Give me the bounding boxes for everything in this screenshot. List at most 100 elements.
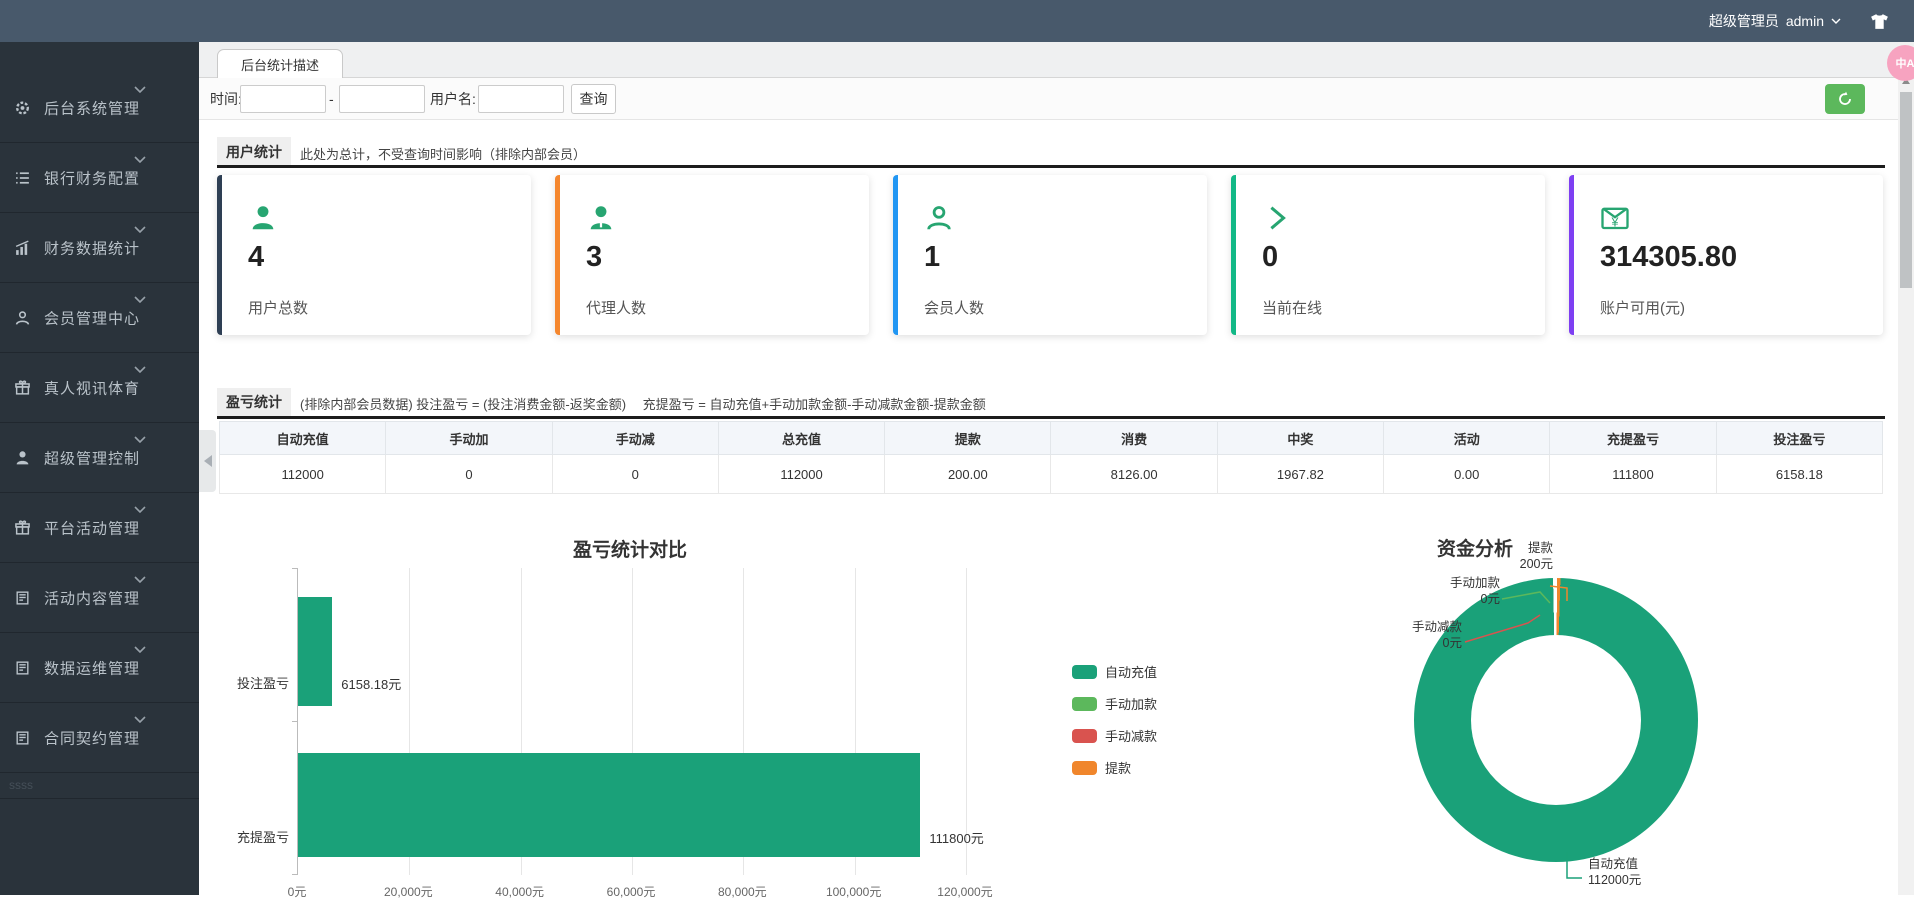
profit-stats-note: (排除内部会员数据) 投注盈亏 = (投注消费金额-返奖金额) 充提盈亏 = 自… bbox=[300, 394, 986, 413]
x-axis-tick-label: 20,000元 bbox=[384, 883, 433, 900]
stat-card-value: 1 bbox=[924, 241, 940, 274]
table-value-cell: 0 bbox=[552, 455, 718, 494]
user-name: admin bbox=[1786, 13, 1824, 29]
user-tie-icon bbox=[586, 203, 616, 233]
profit-stats-divider bbox=[217, 416, 1885, 419]
legend-label: 手动减款 bbox=[1105, 726, 1157, 745]
bar-category-label: 充提盈亏 bbox=[217, 827, 289, 846]
profit-table-header-row: 自动充值手动加手动减总充值提款消费中奖活动充提盈亏投注盈亏 bbox=[220, 422, 1883, 455]
time-end-input[interactable] bbox=[339, 85, 425, 113]
legend-label: 提款 bbox=[1105, 758, 1131, 777]
username-label: 用户名: bbox=[430, 78, 476, 120]
sidebar-item[interactable]: 平台活动管理 bbox=[0, 493, 199, 563]
sidebar-item[interactable]: 会员管理中心 bbox=[0, 283, 199, 353]
sidebar-item-label: 超级管理控制 bbox=[44, 447, 140, 468]
legend-item[interactable]: 手动加款 bbox=[1072, 694, 1157, 713]
donut-hole bbox=[1471, 635, 1641, 805]
stat-card-value: 3 bbox=[586, 241, 602, 274]
vertical-scrollbar[interactable] bbox=[1898, 42, 1914, 895]
bar bbox=[298, 753, 920, 857]
user-outline-icon bbox=[924, 203, 954, 233]
legend-swatch bbox=[1072, 697, 1097, 711]
gear-icon bbox=[14, 99, 31, 116]
sidebar-item[interactable]: 财务数据统计 bbox=[0, 213, 199, 283]
chevron-down-icon bbox=[134, 436, 146, 443]
refresh-button[interactable] bbox=[1825, 84, 1865, 114]
chevron-down-icon bbox=[134, 366, 146, 373]
tab-backend-statistics[interactable]: 后台统计描述 bbox=[217, 49, 343, 78]
legend-item[interactable]: 手动减款 bbox=[1072, 726, 1157, 745]
table-value-cell: 6158.18 bbox=[1716, 455, 1882, 494]
table-header-cell: 充提盈亏 bbox=[1550, 422, 1716, 455]
user-menu[interactable]: 超级管理员 admin bbox=[1709, 11, 1841, 31]
table-value-cell: 112000 bbox=[220, 455, 386, 494]
dashboard-page: 超级管理员 admin 后台系统管理银行财务配置财务数据统计会员管理中心真人视讯… bbox=[0, 0, 1914, 895]
chevron-down-icon bbox=[1831, 18, 1841, 24]
table-header-cell: 活动 bbox=[1384, 422, 1550, 455]
callout-auto-recharge: 自动充值112000元 bbox=[1588, 856, 1641, 888]
chevron-down-icon bbox=[134, 86, 146, 93]
legend-item[interactable]: 提款 bbox=[1072, 758, 1157, 777]
sidebar-item[interactable]: 数据运维管理 bbox=[0, 633, 199, 703]
time-start-input[interactable] bbox=[240, 85, 326, 113]
table-header-cell: 手动减 bbox=[552, 422, 718, 455]
sidebar-item[interactable]: 活动内容管理 bbox=[0, 563, 199, 633]
username-input[interactable] bbox=[478, 85, 564, 113]
table-header-cell: 手动加 bbox=[386, 422, 552, 455]
x-axis-tick-label: 0元 bbox=[288, 883, 307, 900]
legend-swatch bbox=[1072, 729, 1097, 743]
table-header-cell: 总充值 bbox=[718, 422, 884, 455]
chevron-down-icon bbox=[134, 296, 146, 303]
y-axis-tick bbox=[292, 874, 298, 875]
search-button[interactable]: 查询 bbox=[571, 84, 616, 114]
x-axis-tick-label: 100,000元 bbox=[826, 883, 881, 900]
user-filled-icon bbox=[248, 203, 278, 233]
gift-icon bbox=[14, 519, 31, 536]
bar-category-label: 投注盈亏 bbox=[217, 673, 289, 692]
user-role: 超级管理员 bbox=[1709, 11, 1779, 31]
sidebar-collapse-handle[interactable] bbox=[199, 430, 216, 492]
legend-label: 手动加款 bbox=[1105, 694, 1157, 713]
profit-table-value-row: 11200000112000200.008126.001967.820.0011… bbox=[220, 455, 1883, 494]
sidebar-menu: 后台系统管理银行财务配置财务数据统计会员管理中心真人视讯体育超级管理控制平台活动… bbox=[0, 42, 199, 773]
sidebar-item-label: 合同契约管理 bbox=[44, 727, 140, 748]
sidebar-item[interactable]: 后台系统管理 bbox=[0, 73, 199, 143]
y-axis-tick bbox=[292, 721, 298, 722]
sidebar-item[interactable]: 银行财务配置 bbox=[0, 143, 199, 213]
stat-card-label: 账户可用(元) bbox=[1600, 297, 1685, 318]
list-icon bbox=[14, 169, 31, 186]
collapse-left-icon bbox=[204, 455, 212, 467]
scrollbar-thumb[interactable] bbox=[1900, 92, 1912, 288]
sidebar-item-label: 平台活动管理 bbox=[44, 517, 140, 538]
sidebar-item[interactable]: 真人视讯体育 bbox=[0, 353, 199, 423]
stat-card-label: 当前在线 bbox=[1262, 297, 1322, 318]
sidebar-footer-text: ssss bbox=[0, 773, 199, 799]
stat-card-label: 代理人数 bbox=[586, 297, 646, 318]
table-value-cell: 1967.82 bbox=[1217, 455, 1383, 494]
sidebar-item[interactable]: 合同契约管理 bbox=[0, 703, 199, 773]
sidebar-item[interactable]: 超级管理控制 bbox=[0, 423, 199, 493]
stat-card-value: 314305.80 bbox=[1600, 241, 1737, 274]
profit-table: 自动充值手动加手动减总充值提款消费中奖活动充提盈亏投注盈亏 1120000011… bbox=[219, 421, 1883, 494]
time-label: 时间: bbox=[210, 78, 242, 120]
gift-icon bbox=[14, 379, 31, 396]
sidebar: 后台系统管理银行财务配置财务数据统计会员管理中心真人视讯体育超级管理控制平台活动… bbox=[0, 42, 199, 895]
bar-chart-title: 盈亏统计对比 bbox=[215, 535, 1045, 562]
table-value-cell: 0 bbox=[386, 455, 552, 494]
table-value-cell: 200.00 bbox=[885, 455, 1051, 494]
table-value-cell: 8126.00 bbox=[1051, 455, 1217, 494]
table-value-cell: 111800 bbox=[1550, 455, 1716, 494]
y-axis-tick bbox=[292, 568, 298, 569]
money-envelope-icon: ¥ bbox=[1600, 203, 1630, 233]
sidebar-item-label: 真人视讯体育 bbox=[44, 377, 140, 398]
theme-shirt-icon[interactable] bbox=[1869, 13, 1890, 30]
x-axis-tick-label: 40,000元 bbox=[495, 883, 544, 900]
legend-item[interactable]: 自动充值 bbox=[1072, 662, 1157, 681]
stat-card: 3 代理人数 bbox=[555, 175, 869, 335]
table-value-cell: 0.00 bbox=[1384, 455, 1550, 494]
x-axis-tick-label: 120,000元 bbox=[937, 883, 992, 900]
stat-card-label: 会员人数 bbox=[924, 297, 984, 318]
legend-swatch bbox=[1072, 665, 1097, 679]
chevron-down-icon bbox=[134, 716, 146, 723]
x-axis-tick-label: 80,000元 bbox=[718, 883, 767, 900]
